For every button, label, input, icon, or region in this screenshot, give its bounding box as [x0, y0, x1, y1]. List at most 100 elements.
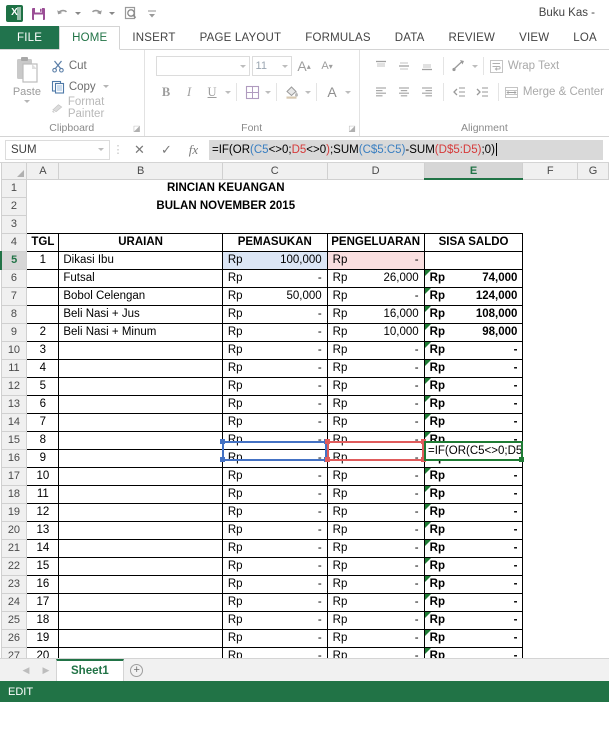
cell-G27[interactable] [577, 647, 609, 658]
cell-e17[interactable]: Rp - [423, 466, 524, 486]
cell-a5[interactable]: 1 [26, 250, 60, 270]
table-header-e[interactable]: SISA SALDO [423, 232, 524, 252]
align-bottom-button[interactable] [417, 56, 438, 77]
tab-insert[interactable]: INSERT [120, 26, 187, 49]
row-header-14[interactable]: 14 [0, 413, 28, 432]
cell-E3[interactable] [424, 215, 523, 233]
borders-button[interactable] [242, 82, 263, 103]
row-header-27[interactable]: 27 [0, 647, 28, 658]
cell-e10[interactable]: Rp - [423, 340, 524, 360]
cell-b7[interactable]: Bobol Celengan [58, 286, 223, 306]
cell-b27[interactable] [58, 646, 223, 658]
cell-a7[interactable] [26, 286, 60, 306]
cell-d27[interactable]: Rp - [326, 646, 425, 658]
cell-a23[interactable]: 16 [26, 574, 60, 594]
table-header-d[interactable]: PENGELUARAN [326, 232, 425, 252]
row-header-16[interactable]: 16 [0, 449, 28, 468]
cell-G23[interactable] [577, 575, 609, 593]
row-header-22[interactable]: 22 [0, 557, 28, 576]
row-header-25[interactable]: 25 [0, 611, 28, 630]
tab-load-test[interactable]: LOA [561, 26, 609, 49]
cell-d16[interactable]: Rp - [326, 448, 425, 468]
row-header-1[interactable]: 1 [0, 179, 28, 198]
cell-G12[interactable] [577, 377, 609, 395]
cell-d10[interactable]: Rp - [326, 340, 425, 360]
sheet-tab-sheet1[interactable]: Sheet1 [56, 659, 124, 681]
cell-e19[interactable]: Rp - [423, 502, 524, 522]
table-header-b[interactable]: URAIAN [58, 232, 223, 252]
cell-a6[interactable] [26, 268, 60, 288]
cell-F10[interactable] [522, 341, 578, 359]
cell-a16[interactable]: 9 [26, 448, 60, 468]
cell-c19[interactable]: Rp - [221, 502, 328, 522]
cell-c17[interactable]: Rp - [221, 466, 328, 486]
font-color-dropdown-icon[interactable] [344, 90, 351, 94]
cell-c12[interactable]: Rp - [221, 376, 328, 396]
cell-e27[interactable]: Rp - [423, 646, 524, 658]
cell-d18[interactable]: Rp - [326, 484, 425, 504]
cell-e13[interactable]: Rp - [423, 394, 524, 414]
name-box-dropdown-icon[interactable] [98, 148, 104, 151]
cell-F22[interactable] [522, 557, 578, 575]
insert-function-button[interactable]: fx [180, 140, 207, 160]
row-header-6[interactable]: 6 [0, 269, 28, 288]
cell-F20[interactable] [522, 521, 578, 539]
clipboard-dialog-launcher-icon[interactable]: ◪ [133, 124, 141, 133]
cell-G2[interactable] [522, 197, 578, 215]
cell-c27[interactable]: Rp - [221, 646, 328, 658]
cell-a19[interactable]: 12 [26, 502, 60, 522]
cell-G25[interactable] [577, 611, 609, 629]
tab-page-layout[interactable]: PAGE LAYOUT [188, 26, 294, 49]
cut-button[interactable]: Cut [51, 56, 139, 75]
decrease-font-size-button[interactable]: A ▾ [317, 56, 338, 77]
cell-d17[interactable]: Rp - [326, 466, 425, 486]
cell-A3[interactable] [26, 215, 59, 233]
cell-b15[interactable] [58, 430, 223, 450]
cell-G11[interactable] [577, 359, 609, 377]
align-middle-button[interactable] [394, 56, 415, 77]
cell-b5[interactable]: Dikasi Ibu [58, 250, 223, 270]
cell-F15[interactable] [522, 431, 578, 449]
cell-C3[interactable] [222, 215, 328, 233]
cell-B3[interactable] [58, 215, 223, 233]
cell-e23[interactable]: Rp - [423, 574, 524, 594]
cell-b14[interactable] [58, 412, 223, 432]
cell-G26[interactable] [577, 629, 609, 647]
previous-sheet-button[interactable]: ◀ [16, 659, 36, 681]
table-header-c[interactable]: PEMASUKAN [221, 232, 328, 252]
cell-c14[interactable]: Rp - [221, 412, 328, 432]
align-top-button[interactable] [371, 56, 392, 77]
cell-a12[interactable]: 5 [26, 376, 60, 396]
formula-input[interactable]: =IF(OR(C5<>0;D5<>0);SUM(C$5:C5)-SUM(D$5:… [209, 139, 603, 160]
cell-b18[interactable] [58, 484, 223, 504]
cell-a21[interactable]: 14 [26, 538, 60, 558]
cell-d11[interactable]: Rp - [326, 358, 425, 378]
cell-G3[interactable] [577, 215, 609, 233]
cell-d25[interactable]: Rp - [326, 610, 425, 630]
cell-d12[interactable]: Rp - [326, 376, 425, 396]
row-header-13[interactable]: 13 [0, 395, 28, 414]
cell-e5[interactable] [423, 250, 524, 270]
cell-F21[interactable] [522, 539, 578, 557]
row-header-20[interactable]: 20 [0, 521, 28, 540]
cell-d24[interactable]: Rp - [326, 592, 425, 612]
cell-F19[interactable] [522, 503, 578, 521]
cell-G7[interactable] [577, 287, 609, 305]
cell-c25[interactable]: Rp - [221, 610, 328, 630]
row-header-24[interactable]: 24 [0, 593, 28, 612]
orientation-button[interactable] [449, 56, 470, 77]
column-header-b[interactable]: B [58, 163, 223, 180]
cell-b17[interactable] [58, 466, 223, 486]
row-header-7[interactable]: 7 [0, 287, 28, 306]
paste-dropdown-icon[interactable] [23, 100, 30, 103]
cell-F17[interactable] [522, 467, 578, 485]
align-left-button[interactable] [371, 82, 392, 103]
cell-c13[interactable]: Rp - [221, 394, 328, 414]
cell-F24[interactable] [522, 593, 578, 611]
fill-color-dropdown-icon[interactable] [304, 90, 311, 94]
cell-d5[interactable]: Rp - [326, 250, 425, 270]
cell-c7[interactable]: Rp 50,000 [221, 286, 328, 306]
cell-F13[interactable] [522, 395, 578, 413]
cell-a11[interactable]: 4 [26, 358, 60, 378]
cell-a8[interactable] [26, 304, 60, 324]
